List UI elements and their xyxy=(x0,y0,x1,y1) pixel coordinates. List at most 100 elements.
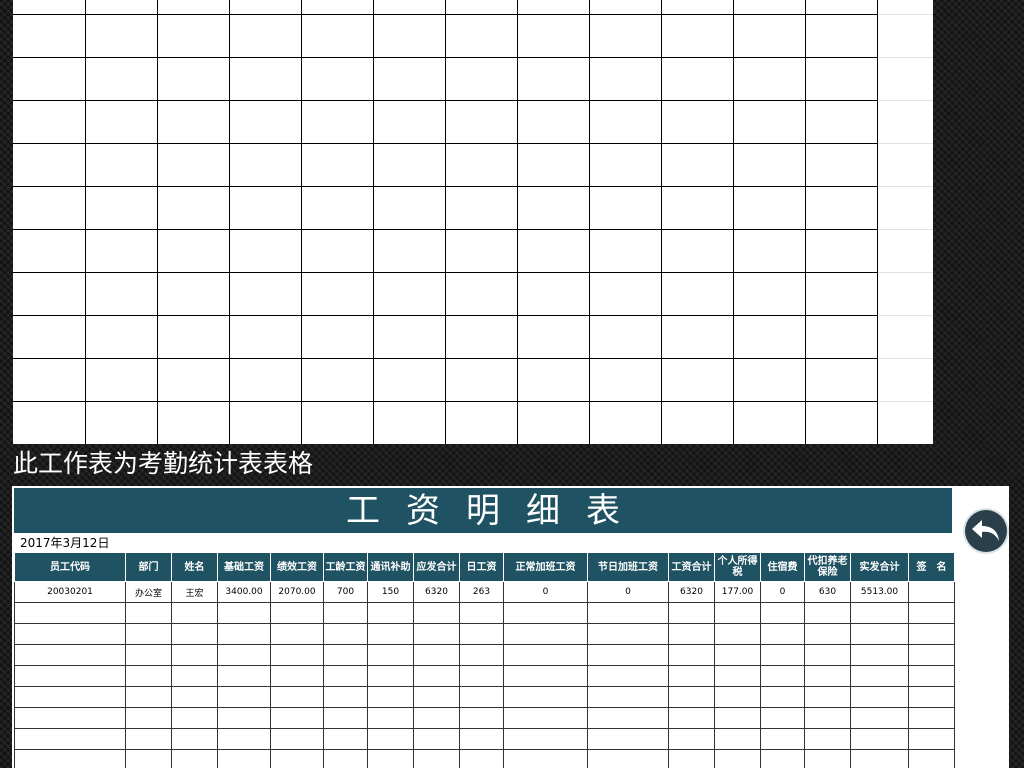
grid-cell[interactable] xyxy=(733,186,806,230)
table-cell[interactable] xyxy=(668,665,715,687)
grid-cell[interactable] xyxy=(877,14,933,58)
table-cell[interactable]: 2070.00 xyxy=(270,581,324,603)
grid-cell[interactable] xyxy=(445,57,518,101)
table-cell[interactable] xyxy=(587,686,669,708)
grid-cell[interactable] xyxy=(445,315,518,359)
table-cell[interactable] xyxy=(125,665,172,687)
table-cell[interactable] xyxy=(760,665,805,687)
grid-cell[interactable] xyxy=(589,100,662,144)
table-cell[interactable] xyxy=(413,707,460,729)
table-cell[interactable] xyxy=(367,623,414,645)
table-cell[interactable] xyxy=(270,623,324,645)
grid-cell[interactable] xyxy=(661,401,734,444)
table-cell[interactable] xyxy=(367,686,414,708)
grid-cell[interactable] xyxy=(445,0,518,15)
grid-cell[interactable] xyxy=(517,229,590,273)
grid-cell[interactable] xyxy=(229,0,302,15)
grid-cell[interactable] xyxy=(445,401,518,444)
grid-cell[interactable] xyxy=(877,143,933,187)
grid-cell[interactable] xyxy=(373,315,446,359)
grid-cell[interactable] xyxy=(445,143,518,187)
table-cell[interactable]: 0 xyxy=(587,581,669,603)
table-cell[interactable] xyxy=(804,644,851,666)
table-cell[interactable] xyxy=(503,728,588,750)
table-cell[interactable] xyxy=(760,623,805,645)
table-cell[interactable] xyxy=(125,686,172,708)
table-cell[interactable] xyxy=(587,728,669,750)
grid-cell[interactable] xyxy=(85,186,158,230)
table-cell[interactable]: 5513.00 xyxy=(850,581,909,603)
table-cell[interactable] xyxy=(367,728,414,750)
table-cell[interactable] xyxy=(217,665,271,687)
grid-cell[interactable] xyxy=(301,358,374,402)
table-cell[interactable] xyxy=(367,665,414,687)
grid-cell[interactable] xyxy=(661,143,734,187)
grid-cell[interactable] xyxy=(157,358,230,402)
grid-cell[interactable] xyxy=(373,0,446,15)
table-cell[interactable] xyxy=(217,707,271,729)
grid-cell[interactable] xyxy=(13,186,86,230)
grid-cell[interactable] xyxy=(229,272,302,316)
table-cell[interactable] xyxy=(270,644,324,666)
table-cell[interactable] xyxy=(217,686,271,708)
grid-cell[interactable] xyxy=(589,186,662,230)
grid-cell[interactable] xyxy=(229,143,302,187)
table-cell[interactable] xyxy=(323,602,368,624)
table-cell[interactable] xyxy=(587,749,669,768)
grid-cell[interactable] xyxy=(733,401,806,444)
table-cell[interactable] xyxy=(217,728,271,750)
grid-cell[interactable] xyxy=(445,358,518,402)
grid-cell[interactable] xyxy=(445,14,518,58)
table-cell[interactable] xyxy=(367,644,414,666)
grid-cell[interactable] xyxy=(373,358,446,402)
table-cell[interactable] xyxy=(270,665,324,687)
grid-cell[interactable] xyxy=(733,272,806,316)
table-cell[interactable] xyxy=(908,728,955,750)
table-cell[interactable] xyxy=(217,749,271,768)
table-cell[interactable] xyxy=(908,665,955,687)
grid-cell[interactable] xyxy=(373,57,446,101)
grid-cell[interactable] xyxy=(373,229,446,273)
table-cell[interactable]: 263 xyxy=(459,581,504,603)
table-cell[interactable] xyxy=(850,665,909,687)
table-cell[interactable]: 150 xyxy=(367,581,414,603)
back-button[interactable] xyxy=(965,510,1007,552)
grid-cell[interactable] xyxy=(589,57,662,101)
table-cell[interactable] xyxy=(668,623,715,645)
table-cell[interactable] xyxy=(908,749,955,768)
grid-cell[interactable] xyxy=(733,229,806,273)
table-cell[interactable] xyxy=(413,749,460,768)
table-cell[interactable] xyxy=(668,707,715,729)
table-cell[interactable] xyxy=(908,623,955,645)
table-cell[interactable] xyxy=(171,623,218,645)
table-cell[interactable] xyxy=(270,749,324,768)
grid-cell[interactable] xyxy=(661,358,734,402)
table-cell[interactable]: 177.00 xyxy=(714,581,761,603)
grid-cell[interactable] xyxy=(733,57,806,101)
grid-cell[interactable] xyxy=(373,186,446,230)
grid-cell[interactable] xyxy=(85,401,158,444)
grid-cell[interactable] xyxy=(805,143,878,187)
grid-cell[interactable] xyxy=(301,229,374,273)
table-cell[interactable] xyxy=(14,602,126,624)
grid-cell[interactable] xyxy=(229,315,302,359)
table-cell[interactable] xyxy=(413,602,460,624)
table-cell[interactable]: 0 xyxy=(503,581,588,603)
table-cell[interactable] xyxy=(804,602,851,624)
grid-cell[interactable] xyxy=(301,401,374,444)
table-cell[interactable] xyxy=(804,623,851,645)
grid-cell[interactable] xyxy=(13,401,86,444)
grid-cell[interactable] xyxy=(13,229,86,273)
grid-cell[interactable] xyxy=(517,272,590,316)
grid-cell[interactable] xyxy=(157,100,230,144)
grid-cell[interactable] xyxy=(85,14,158,58)
table-cell[interactable] xyxy=(850,602,909,624)
grid-cell[interactable] xyxy=(733,358,806,402)
grid-cell[interactable] xyxy=(589,272,662,316)
table-cell[interactable] xyxy=(587,602,669,624)
table-cell[interactable] xyxy=(668,749,715,768)
table-cell[interactable] xyxy=(503,602,588,624)
grid-cell[interactable] xyxy=(13,272,86,316)
table-cell[interactable] xyxy=(413,665,460,687)
grid-cell[interactable] xyxy=(85,100,158,144)
